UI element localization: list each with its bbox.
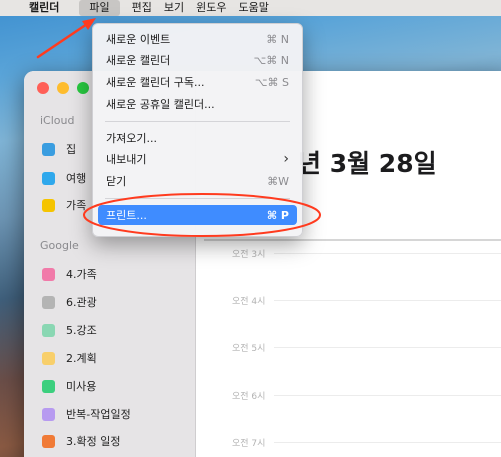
submenu-chevron-icon: › (283, 151, 289, 167)
menu-window[interactable]: 윈도우 (190, 0, 232, 16)
calendar-label: 집 (66, 143, 77, 156)
calendar-item-travel[interactable]: 여행 (42, 170, 86, 186)
calendar-label: 3.확정 일정 (66, 435, 121, 448)
menu-item-label: 새로운 캘린더 (106, 54, 171, 67)
menu-item-label: 닫기 (106, 175, 127, 188)
time-label: 오전 4시 (232, 297, 266, 307)
menu-item-shortcut: ⌘ N (266, 32, 289, 46)
menu-item-new-calendar[interactable]: 새로운 캘린더 ⌥⌘ N (98, 50, 297, 70)
calendar-item-unused[interactable]: 미사용 (42, 378, 96, 394)
calendar-checkbox[interactable] (42, 407, 55, 421)
icloud-section-title: iCloud (40, 114, 75, 127)
menu-item-new-subscription[interactable]: 새로운 캘린더 구독... ⌥⌘ S (98, 72, 297, 92)
calendar-label: 반복-작업일정 (66, 408, 131, 421)
time-label: 오전 5시 (232, 344, 266, 354)
apple-menu-icon[interactable] (0, 0, 23, 16)
menu-item-new-holiday-calendar[interactable]: 새로운 공휴일 캘린더... (98, 94, 297, 114)
menu-bar: 캘린더 파일 편집 보기 윈도우 도움말 (0, 0, 501, 16)
calendar-item-3-confirmed[interactable]: 3.확정 일정 (42, 433, 120, 449)
menu-item-label: 새로운 캘린더 구독... (106, 76, 205, 89)
menu-item-export[interactable]: 내보내기 › (98, 149, 297, 169)
calendar-item-repeat-work[interactable]: 반복-작업일정 (42, 406, 131, 422)
all-day-divider (204, 239, 501, 241)
menu-item-shortcut: ⌘ P (266, 208, 289, 222)
calendar-item-5-highlight[interactable]: 5.강조 (42, 322, 97, 338)
menu-item-label: 새로운 이벤트 (106, 33, 171, 46)
minimize-window-button[interactable] (57, 82, 69, 94)
menu-item-label: 프린트... (106, 209, 147, 222)
calendar-label: 6.관광 (66, 296, 97, 309)
menu-app-name[interactable]: 캘린더 (23, 0, 73, 16)
calendar-item-family[interactable]: 가족 (42, 197, 86, 213)
calendar-checkbox[interactable] (42, 295, 55, 309)
file-menu-dropdown: 새로운 이벤트 ⌘ N 새로운 캘린더 ⌥⌘ N 새로운 캘린더 구독... ⌥… (92, 23, 303, 237)
close-window-button[interactable] (37, 82, 49, 94)
calendar-item-4-family[interactable]: 4.가족 (42, 266, 97, 282)
calendar-label: 여행 (66, 172, 87, 185)
menu-view[interactable]: 보기 (158, 0, 190, 16)
menu-edit[interactable]: 편집 (126, 0, 158, 16)
calendar-label: 5.강조 (66, 324, 97, 337)
calendar-checkbox[interactable] (42, 198, 55, 212)
calendar-item-home[interactable]: 집 (42, 141, 76, 157)
zoom-window-button[interactable] (77, 82, 89, 94)
calendar-checkbox[interactable] (42, 323, 55, 337)
menu-item-import[interactable]: 가져오기... (98, 128, 297, 148)
menu-separator (105, 198, 290, 199)
calendar-checkbox[interactable] (42, 171, 55, 185)
hour-line (274, 347, 501, 348)
calendar-label: 가족 (66, 199, 87, 212)
calendar-checkbox[interactable] (42, 267, 55, 281)
menu-file[interactable]: 파일 (79, 0, 120, 16)
menu-item-close[interactable]: 닫기 ⌘W (98, 171, 297, 191)
time-label: 오전 6시 (232, 392, 266, 402)
menu-item-print[interactable]: 프린트... ⌘ P (98, 205, 297, 225)
menu-item-shortcut: ⌥⌘ N (253, 53, 289, 67)
hour-line (274, 395, 501, 396)
hour-line (274, 253, 501, 254)
menu-item-shortcut: ⌥⌘ S (254, 75, 289, 89)
calendar-label: 4.가족 (66, 268, 97, 281)
hour-line (274, 442, 501, 443)
menu-item-shortcut: ⌘W (267, 174, 289, 188)
calendar-checkbox[interactable] (42, 351, 55, 365)
time-label: 오전 7시 (232, 439, 266, 449)
google-section-title: Google (40, 239, 79, 252)
menu-help[interactable]: 도움말 (233, 0, 275, 16)
calendar-checkbox[interactable] (42, 142, 55, 156)
menu-item-new-event[interactable]: 새로운 이벤트 ⌘ N (98, 29, 297, 49)
menu-separator (105, 121, 290, 122)
calendar-item-2-plan[interactable]: 2.계획 (42, 350, 97, 366)
menu-item-label: 내보내기 (106, 153, 147, 166)
window-controls (37, 82, 89, 94)
time-label: 오전 3시 (232, 250, 266, 260)
calendar-item-6-tour[interactable]: 6.관광 (42, 294, 97, 310)
menu-item-label: 새로운 공휴일 캘린더... (106, 98, 215, 111)
calendar-checkbox[interactable] (42, 434, 55, 448)
calendar-label: 미사용 (66, 380, 97, 393)
calendar-checkbox[interactable] (42, 379, 55, 393)
hour-line (274, 300, 501, 301)
menu-item-label: 가져오기... (106, 132, 157, 145)
date-title: 년 3월 28일 (298, 149, 437, 178)
calendar-label: 2.계획 (66, 352, 97, 365)
